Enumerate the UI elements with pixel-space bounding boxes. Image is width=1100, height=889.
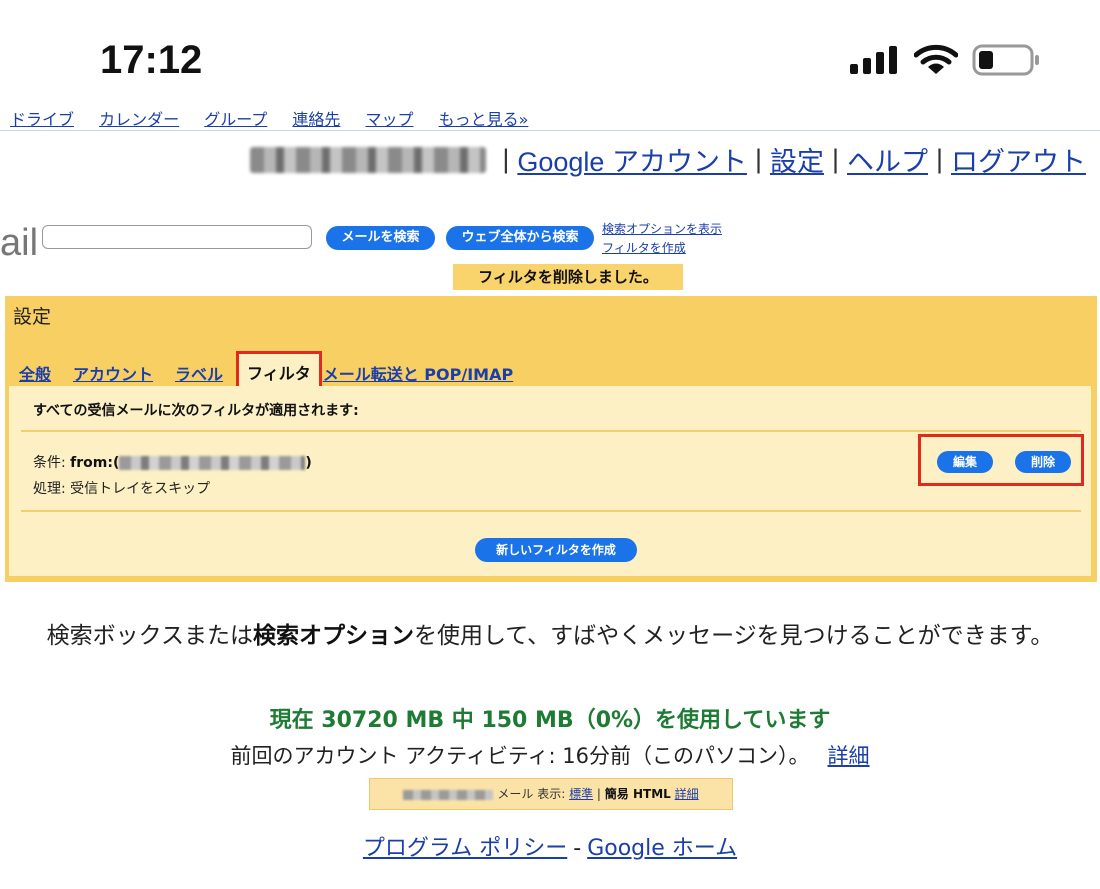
condition-prefix: from:( (70, 455, 120, 471)
status-bar: 17:12 (0, 0, 1100, 110)
show-search-options-link[interactable]: 検索オプションを表示 (602, 222, 722, 236)
tip-text: 検索ボックスまたは (46, 623, 253, 649)
action-value: 受信トレイをスキップ (70, 481, 211, 497)
separator: | (596, 787, 601, 801)
footer-links: プログラム ポリシー - Google ホーム (0, 830, 1100, 862)
settings-title: 設定 (13, 306, 52, 328)
tab-labels[interactable]: ラベル (175, 361, 223, 385)
wifi-icon (914, 44, 958, 74)
delete-filter-button[interactable]: 削除 (1015, 451, 1071, 473)
search-web-button[interactable]: ウェブ全体から検索 (446, 226, 594, 250)
filter-row: 条件: from:() 処理: 受信トレイをスキップ (33, 450, 312, 502)
tab-accounts[interactable]: アカウント (73, 361, 153, 385)
condition-suffix: ) (305, 455, 312, 471)
program-policy-link[interactable]: プログラム ポリシー (363, 836, 567, 861)
tip-bold: 検索オプション (252, 623, 414, 649)
condition-label: 条件: (33, 455, 66, 471)
view-mode-bar: メール 表示: 標準 | 簡易 HTML 詳細 (369, 778, 733, 810)
separator: | (754, 144, 762, 174)
blurred-text (403, 789, 494, 800)
filters-heading: すべての受信メールに次のフィルタが適用されます: (33, 403, 359, 419)
filter-condition: 条件: from:() (33, 450, 312, 476)
search-links: 検索オプションを表示 フィルタを作成 (602, 220, 722, 258)
action-label: 処理: (33, 481, 66, 497)
tab-general[interactable]: 全般 (19, 361, 51, 385)
create-new-filter-button[interactable]: 新しいフィルタを作成 (475, 538, 637, 562)
settings-panel: 設定 全般 アカウント ラベル フィルタ メール転送と POP/IMAP すべて… (5, 296, 1097, 582)
divider (21, 430, 1081, 432)
top-nav: ドライブ カレンダー グループ 連絡先 マップ もっと見る» (10, 106, 1090, 128)
tab-forwarding-pop-imap[interactable]: メール転送と POP/IMAP (323, 361, 513, 385)
edit-filter-button[interactable]: 編集 (937, 451, 993, 473)
search-input[interactable] (42, 225, 312, 249)
last-activity: 前回のアカウント アクティビティ: 16分前（このパソコン）。 詳細 (0, 740, 1100, 770)
account-links: | Google アカウント | 設定 | ヘルプ | ログアウト (250, 140, 1086, 179)
nav-item-groups[interactable]: グループ (204, 110, 267, 128)
view-label: メール 表示: (497, 787, 566, 801)
nav-item-maps[interactable]: マップ (365, 110, 413, 128)
divider (0, 130, 1100, 131)
tip-text-end: を使用して、すばやくメッセージを見つけることができます。 (413, 623, 1054, 649)
blurred-email-address (250, 146, 487, 173)
clock-time: 17:12 (100, 38, 203, 82)
activity-details-link[interactable]: 詳細 (828, 744, 870, 768)
status-icons (850, 44, 1042, 76)
nav-item-contacts[interactable]: 連絡先 (292, 110, 340, 128)
gmail-logo-fragment: ail (0, 222, 39, 264)
filter-action: 処理: 受信トレイをスキップ (33, 476, 312, 502)
separator: | (502, 144, 510, 174)
battery-low-icon (972, 44, 1039, 76)
separator: | (935, 144, 943, 174)
activity-text: 前回のアカウント アクティビティ: 16分前（このパソコン）。 (230, 744, 810, 768)
nav-item-drive[interactable]: ドライブ (10, 110, 74, 128)
search-tip: 検索ボックスまたは検索オプションを使用して、すばやくメッセージを見つけることがで… (0, 618, 1100, 654)
view-details-link[interactable]: 詳細 (675, 787, 699, 801)
divider (21, 510, 1081, 512)
settings-link[interactable]: 設定 (770, 140, 824, 179)
blurred-address (119, 456, 306, 470)
help-link[interactable]: ヘルプ (847, 140, 928, 179)
google-account-link[interactable]: Google アカウント (517, 140, 747, 179)
google-home-link[interactable]: Google ホーム (587, 836, 737, 861)
view-standard-link[interactable]: 標準 (569, 787, 593, 801)
logout-link[interactable]: ログアウト (951, 140, 1086, 179)
dash: - (573, 836, 582, 861)
search-mail-button[interactable]: メールを検索 (326, 226, 435, 250)
create-filter-link[interactable]: フィルタを作成 (602, 241, 686, 255)
cellular-signal-icon (850, 46, 897, 74)
separator: | (831, 144, 839, 174)
storage-usage: 現在 30720 MB 中 150 MB（0%）を使用しています (269, 708, 831, 733)
nav-item-calendar[interactable]: カレンダー (99, 110, 179, 128)
filters-content: すべての受信メールに次のフィルタが適用されます: 条件: from:() 処理:… (9, 386, 1091, 576)
filter-actions-highlight: 編集 削除 (918, 434, 1084, 486)
filter-deleted-notice: フィルタを削除しました。 (453, 264, 683, 290)
view-basic-html: 簡易 HTML (604, 787, 671, 801)
nav-item-more[interactable]: もっと見る» (439, 110, 529, 128)
